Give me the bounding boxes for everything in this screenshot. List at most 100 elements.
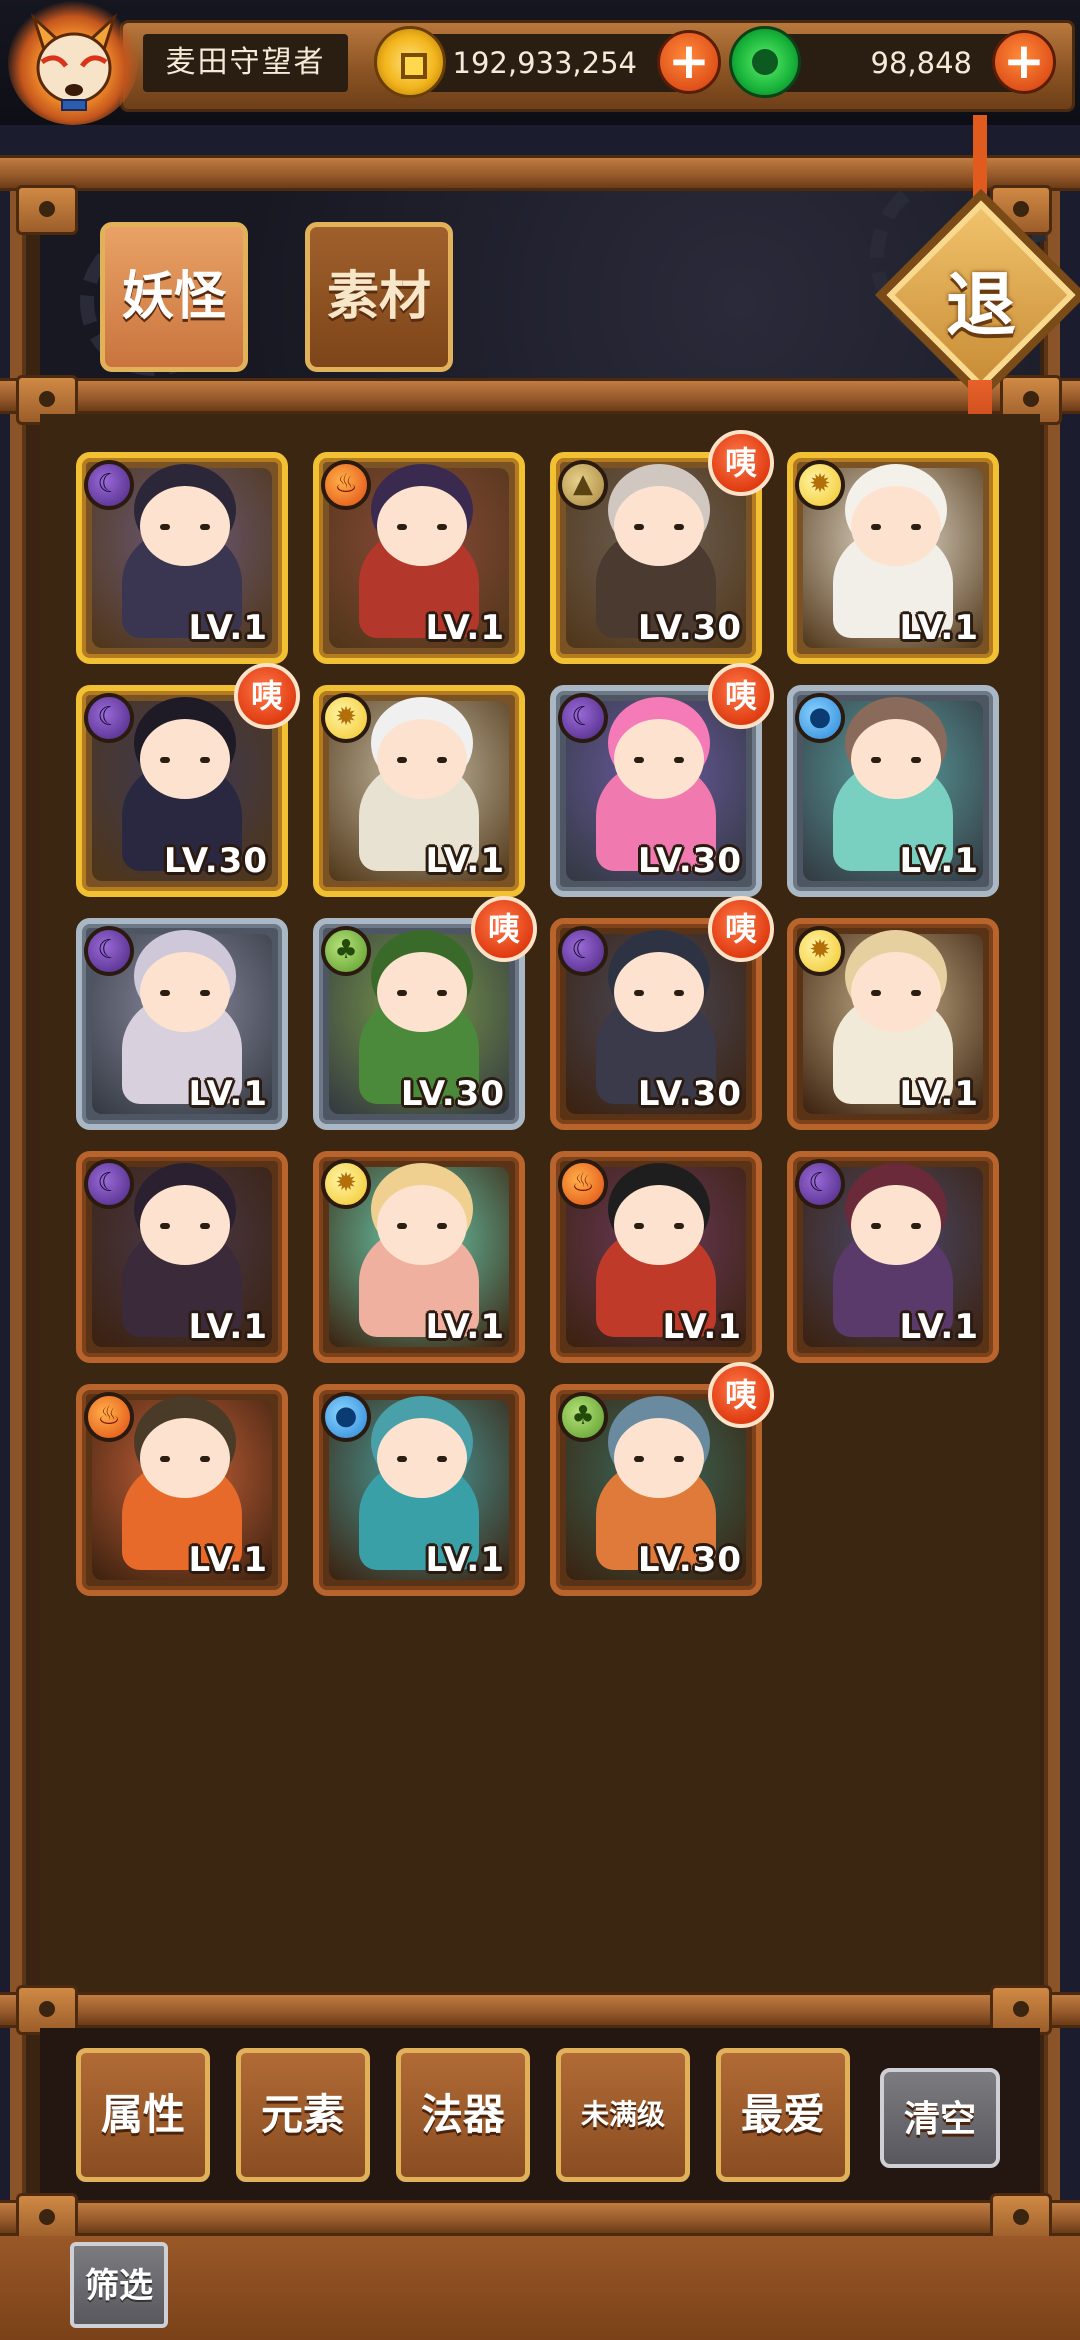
- monster-eye: [200, 1223, 210, 1229]
- floor-beam: [0, 2200, 1080, 2236]
- fire-icon: ♨: [558, 1159, 608, 1209]
- monster-eye: [397, 1456, 407, 1462]
- monster-eye: [397, 1223, 407, 1229]
- water-drop-icon: ●: [321, 1392, 371, 1442]
- leaf-icon: ♣: [321, 926, 371, 976]
- monster-eye: [160, 1456, 170, 1462]
- monster-eye: [634, 524, 644, 530]
- filter-not-max-level-button[interactable]: 未满级: [556, 2048, 690, 2182]
- notice-badge: 咦: [234, 663, 300, 729]
- sun-icon: ✹: [795, 460, 845, 510]
- monster-eye: [437, 1223, 447, 1229]
- filter-toggle-button[interactable]: 筛选: [70, 2242, 168, 2328]
- monster-level: LV.1: [899, 1307, 979, 1347]
- monster-eye: [911, 1223, 921, 1229]
- sun-icon: ✹: [321, 693, 371, 743]
- monster-level: LV.1: [188, 1307, 268, 1347]
- add-jade-button[interactable]: +: [992, 30, 1056, 94]
- monster-level: LV.30: [637, 608, 742, 648]
- monster-level: LV.30: [637, 1540, 742, 1580]
- monster-card[interactable]: ✹ LV.1: [313, 1151, 525, 1363]
- moon-icon: ☾: [84, 693, 134, 743]
- add-coins-button[interactable]: +: [657, 30, 721, 94]
- monster-card[interactable]: ✹ LV.1: [313, 685, 525, 897]
- coin-amount: 192,933,254: [452, 46, 638, 80]
- monster-level: LV.30: [163, 841, 268, 881]
- monster-card[interactable]: ☾ LV.1: [76, 1151, 288, 1363]
- moon-icon: ☾: [84, 1159, 134, 1209]
- monster-eye: [674, 1456, 684, 1462]
- jade-counter: 98,848 +: [729, 26, 1056, 98]
- monster-card[interactable]: ☾ LV.1: [787, 1151, 999, 1363]
- monster-card[interactable]: ☾ LV.1: [76, 918, 288, 1130]
- mountain-icon: ▲: [558, 460, 608, 510]
- clear-filter-button[interactable]: 清空: [880, 2068, 1000, 2168]
- monster-eye: [634, 757, 644, 763]
- monster-card[interactable]: ● LV.1: [787, 685, 999, 897]
- filter-element-button[interactable]: 元素: [236, 2048, 370, 2182]
- coin-icon: [374, 26, 446, 98]
- filter-attribute-button[interactable]: 属性: [76, 2048, 210, 2182]
- monster-eye: [437, 757, 447, 763]
- monster-head: [140, 486, 230, 566]
- exit-label: 退: [946, 264, 1016, 346]
- tab-monsters[interactable]: 妖怪: [100, 222, 248, 372]
- monster-head: [614, 1185, 704, 1265]
- notice-badge: 咦: [708, 430, 774, 496]
- notice-badge: 咦: [471, 896, 537, 962]
- monster-head: [614, 486, 704, 566]
- water-drop-icon: ●: [795, 693, 845, 743]
- monster-card[interactable]: ♨ LV.1: [76, 1384, 288, 1596]
- monster-card[interactable]: ♨ LV.1: [550, 1151, 762, 1363]
- monster-eye: [160, 757, 170, 763]
- monster-eye: [871, 1223, 881, 1229]
- monster-head: [140, 1185, 230, 1265]
- monster-eye: [674, 1223, 684, 1229]
- filter-favorite-button[interactable]: 最爱: [716, 2048, 850, 2182]
- monster-level: LV.1: [188, 608, 268, 648]
- monster-eye: [871, 524, 881, 530]
- monster-head: [377, 952, 467, 1032]
- fox-mask-icon: [30, 13, 118, 111]
- notice-badge: 咦: [708, 896, 774, 962]
- monster-card[interactable]: ✹ LV.1: [787, 918, 999, 1130]
- monster-card[interactable]: ♨ LV.1: [313, 452, 525, 664]
- tab-materials[interactable]: 素材: [305, 222, 453, 372]
- notice-badge: 咦: [708, 663, 774, 729]
- monster-head: [140, 719, 230, 799]
- monster-level: LV.30: [400, 1074, 505, 1114]
- monster-level: LV.1: [425, 1307, 505, 1347]
- monster-level: LV.1: [425, 1540, 505, 1580]
- monster-head: [377, 486, 467, 566]
- monster-eye: [911, 990, 921, 996]
- monster-level: LV.30: [637, 1074, 742, 1114]
- moon-icon: ☾: [795, 1159, 845, 1209]
- player-avatar[interactable]: [8, 0, 138, 125]
- leaf-icon: ♣: [558, 1392, 608, 1442]
- monster-card[interactable]: ☾ LV.1: [76, 452, 288, 664]
- monster-eye: [437, 1456, 447, 1462]
- monster-card[interactable]: ✹ LV.1: [787, 452, 999, 664]
- monster-eye: [634, 990, 644, 996]
- monster-level: LV.1: [899, 608, 979, 648]
- moon-icon: ☾: [558, 693, 608, 743]
- monster-eye: [200, 1456, 210, 1462]
- monster-head: [851, 952, 941, 1032]
- monster-head: [851, 719, 941, 799]
- monster-level: LV.1: [188, 1074, 268, 1114]
- monster-head: [140, 1418, 230, 1498]
- sun-icon: ✹: [321, 1159, 371, 1209]
- monster-head: [614, 952, 704, 1032]
- monster-level: LV.1: [899, 1074, 979, 1114]
- bottom-beam: [0, 1992, 1080, 2028]
- monster-level: LV.1: [662, 1307, 742, 1347]
- fire-icon: ♨: [321, 460, 371, 510]
- monster-card[interactable]: ● LV.1: [313, 1384, 525, 1596]
- monster-eye: [437, 524, 447, 530]
- filter-artifact-button[interactable]: 法器: [396, 2048, 530, 2182]
- monster-eye: [160, 524, 170, 530]
- monster-eye: [397, 524, 407, 530]
- monster-head: [614, 1418, 704, 1498]
- monster-eye: [911, 524, 921, 530]
- monster-level: LV.1: [425, 608, 505, 648]
